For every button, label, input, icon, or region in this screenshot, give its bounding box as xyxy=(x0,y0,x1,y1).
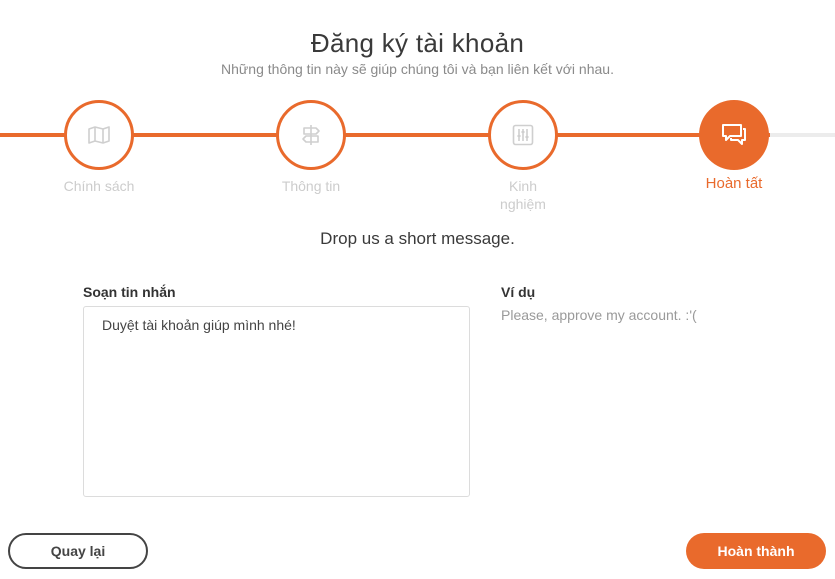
step-circle xyxy=(488,100,558,170)
back-button[interactable]: Quay lại xyxy=(8,533,148,569)
page-title: Đăng ký tài khoản xyxy=(310,28,525,58)
wizard-step-info[interactable]: Thông tin xyxy=(261,100,361,195)
step-circle xyxy=(276,100,346,170)
step-label: Hoàn tất xyxy=(705,175,763,192)
page-subtitle: Những thông tin này sẽ giúp chúng tôi và… xyxy=(221,61,614,77)
sliders-icon xyxy=(512,124,534,146)
step-label: Kinh nghiệm xyxy=(500,178,546,212)
step-circle xyxy=(64,100,134,170)
wizard-step-experience[interactable]: Kinh nghiệm xyxy=(473,100,573,213)
step-circle xyxy=(699,100,769,170)
chat-bubbles-icon xyxy=(721,123,747,147)
example-label: Ví dụ xyxy=(501,284,536,300)
message-heading: Drop us a short message. xyxy=(320,229,515,248)
message-textarea[interactable]: Duyệt tài khoản giúp mình nhé! xyxy=(83,306,470,497)
compose-label: Soạn tin nhắn xyxy=(83,284,176,300)
step-label: Thông tin xyxy=(281,178,341,194)
finish-button[interactable]: Hoàn thành xyxy=(686,533,826,569)
example-text: Please, approve my account. :'( xyxy=(501,307,697,323)
step-label: Chính sách xyxy=(63,178,135,194)
wizard-step-policy[interactable]: Chính sách xyxy=(49,100,149,195)
signpost-icon xyxy=(301,124,321,146)
wizard-step-complete[interactable]: Hoàn tất xyxy=(684,100,784,193)
map-icon xyxy=(88,126,110,144)
